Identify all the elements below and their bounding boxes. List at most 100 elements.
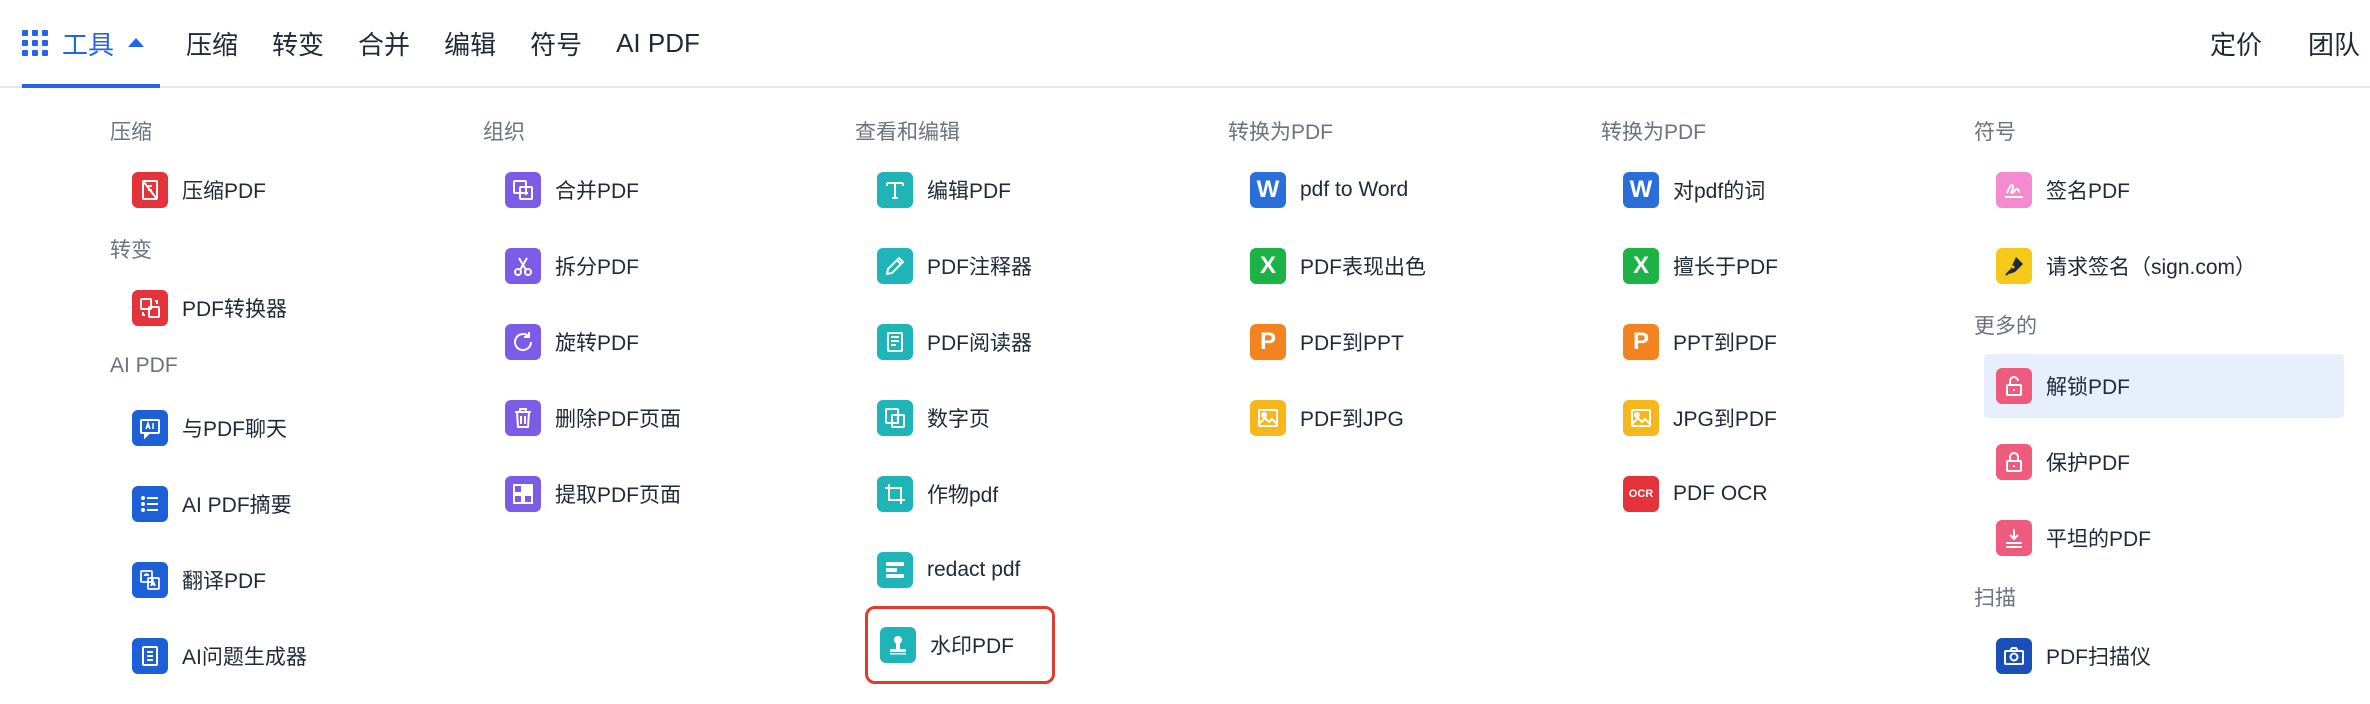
nav-right: 定价 团队	[2164, 0, 2360, 86]
menu-item-jpg-to-pdf[interactable]: JPG到PDF	[1611, 386, 1961, 450]
unlock-icon	[1996, 368, 2032, 404]
section-title-view-edit: 查看和编辑	[855, 121, 960, 144]
section-title-ai-pdf: AI PDF	[110, 354, 178, 377]
menu-item-label: 对pdf的词	[1673, 180, 1766, 203]
menu-item-label: AI PDF摘要	[182, 494, 292, 517]
menu-item-translate-pdf[interactable]: 翻译PDF	[120, 548, 470, 612]
rotate-icon	[505, 324, 541, 360]
nav-pricing[interactable]: 定价	[2210, 25, 2262, 62]
image-icon	[1623, 400, 1659, 436]
menu-item-label: 旋转PDF	[555, 332, 639, 355]
menu-item-redact-pdf[interactable]: redact pdf	[865, 538, 1215, 602]
menu-item-pdf-to-excel[interactable]: X PDF表现出色	[1238, 234, 1588, 298]
active-tab-underline	[22, 84, 161, 88]
nav-left: 工具 压缩 转变 合并 编辑 符号 AI PDF	[22, 0, 700, 88]
section-title-compress: 压缩	[110, 121, 152, 144]
menu-item-label: 水印PDF	[930, 635, 1014, 658]
menu-item-pdf-reader[interactable]: PDF阅读器	[865, 310, 1215, 374]
menu-item-label: PDF转换器	[182, 298, 287, 321]
menu-item-label: 翻译PDF	[182, 570, 266, 593]
menu-item-unlock-pdf[interactable]: 解锁PDF	[1984, 354, 2344, 418]
menu-item-label: PDF OCR	[1673, 482, 1768, 505]
menu-item-pdf-annotator[interactable]: PDF注释器	[865, 234, 1215, 298]
menu-item-request-signature[interactable]: 请求签名（sign.com）	[1984, 234, 2334, 298]
merge-icon	[505, 172, 541, 208]
reader-icon	[877, 324, 913, 360]
ai-chat-icon	[132, 410, 168, 446]
nav-merge[interactable]: 合并	[358, 25, 410, 62]
menu-item-label: 拆分PDF	[555, 256, 639, 279]
menu-item-edit-pdf[interactable]: 编辑PDF	[865, 158, 1215, 222]
menu-item-excel-to-pdf[interactable]: X 擅长于PDF	[1611, 234, 1961, 298]
section-title-more: 更多的	[1974, 315, 2037, 338]
menu-item-label: 平坦的PDF	[2046, 528, 2151, 551]
word-icon: W	[1250, 172, 1286, 208]
nav-edit[interactable]: 编辑	[444, 25, 496, 62]
lock-icon	[1996, 444, 2032, 480]
top-navigation: 工具 压缩 转变 合并 编辑 符号 AI PDF 定价 团队	[0, 0, 2370, 88]
menu-item-label: 作物pdf	[927, 484, 999, 507]
convert-icon	[132, 290, 168, 326]
section-title-sign: 符号	[1974, 121, 2016, 144]
page-number-icon	[877, 400, 913, 436]
flatten-icon	[1996, 520, 2032, 556]
menu-item-watermark-pdf[interactable]: 水印PDF	[865, 606, 1055, 684]
fountain-pen-icon	[1996, 248, 2032, 284]
menu-item-ai-question-generator[interactable]: AI问题生成器	[120, 624, 470, 688]
menu-item-delete-pdf-pages[interactable]: 删除PDF页面	[493, 386, 843, 450]
menu-item-page-numbers[interactable]: 数字页	[865, 386, 1215, 450]
powerpoint-icon: P	[1623, 324, 1659, 360]
document-list-icon	[132, 638, 168, 674]
menu-item-crop-pdf[interactable]: 作物pdf	[865, 462, 1215, 526]
excel-icon: X	[1250, 248, 1286, 284]
menu-item-label: PPT到PDF	[1673, 332, 1777, 355]
nav-sign[interactable]: 符号	[530, 25, 582, 62]
menu-item-pdf-to-word[interactable]: W pdf to Word	[1238, 158, 1588, 222]
trash-icon	[505, 400, 541, 436]
nav-ai-pdf[interactable]: AI PDF	[616, 28, 700, 59]
menu-item-label: JPG到PDF	[1673, 408, 1777, 431]
tools-menu-button[interactable]: 工具	[22, 0, 161, 88]
menu-item-pdf-to-ppt[interactable]: P PDF到PPT	[1238, 310, 1588, 374]
nav-compress[interactable]: 压缩	[186, 25, 238, 62]
caret-up-icon	[128, 37, 145, 47]
menu-item-label: PDF到JPG	[1300, 408, 1404, 431]
menu-item-rotate-pdf[interactable]: 旋转PDF	[493, 310, 843, 374]
menu-item-label: PDF阅读器	[927, 332, 1032, 355]
menu-item-pdf-scanner[interactable]: PDF扫描仪	[1984, 624, 2334, 688]
menu-item-protect-pdf[interactable]: 保护PDF	[1984, 430, 2334, 494]
redact-icon	[877, 552, 913, 588]
stamp-icon	[880, 627, 916, 663]
menu-item-word-to-pdf[interactable]: W 对pdf的词	[1611, 158, 1961, 222]
menu-item-ppt-to-pdf[interactable]: P PPT到PDF	[1611, 310, 1961, 374]
menu-item-flatten-pdf[interactable]: 平坦的PDF	[1984, 506, 2334, 570]
menu-item-label: pdf to Word	[1300, 178, 1409, 201]
nav-team[interactable]: 团队	[2308, 25, 2360, 62]
menu-item-merge-pdf[interactable]: 合并PDF	[493, 158, 843, 222]
menu-item-extract-pdf-pages[interactable]: 提取PDF页面	[493, 462, 843, 526]
nav-convert[interactable]: 转变	[272, 25, 324, 62]
menu-item-sign-pdf[interactable]: 签名PDF	[1984, 158, 2334, 222]
pen-icon	[877, 248, 913, 284]
list-icon	[132, 486, 168, 522]
menu-item-label: 擅长于PDF	[1673, 256, 1778, 279]
menu-item-label: 数字页	[927, 408, 990, 431]
compress-icon	[132, 172, 168, 208]
translate-icon	[132, 562, 168, 598]
section-title-convert: 转变	[110, 239, 152, 262]
excel-icon: X	[1623, 248, 1659, 284]
powerpoint-icon: P	[1250, 324, 1286, 360]
menu-item-split-pdf[interactable]: 拆分PDF	[493, 234, 843, 298]
menu-item-label: 提取PDF页面	[555, 484, 681, 507]
menu-item-ai-pdf-summary[interactable]: AI PDF摘要	[120, 472, 470, 536]
menu-item-label: 保护PDF	[2046, 452, 2130, 475]
menu-item-label: redact pdf	[927, 558, 1021, 581]
menu-item-label: 编辑PDF	[927, 180, 1011, 203]
menu-item-chat-with-pdf[interactable]: 与PDF聊天	[120, 396, 470, 460]
menu-item-label: 压缩PDF	[182, 180, 266, 203]
menu-item-label: 合并PDF	[555, 180, 639, 203]
menu-item-pdf-to-jpg[interactable]: PDF到JPG	[1238, 386, 1588, 450]
menu-item-pdf-converter[interactable]: PDF转换器	[120, 276, 470, 340]
menu-item-compress-pdf[interactable]: 压缩PDF	[120, 158, 470, 222]
menu-item-pdf-ocr[interactable]: OCR PDF OCR	[1611, 462, 1961, 526]
